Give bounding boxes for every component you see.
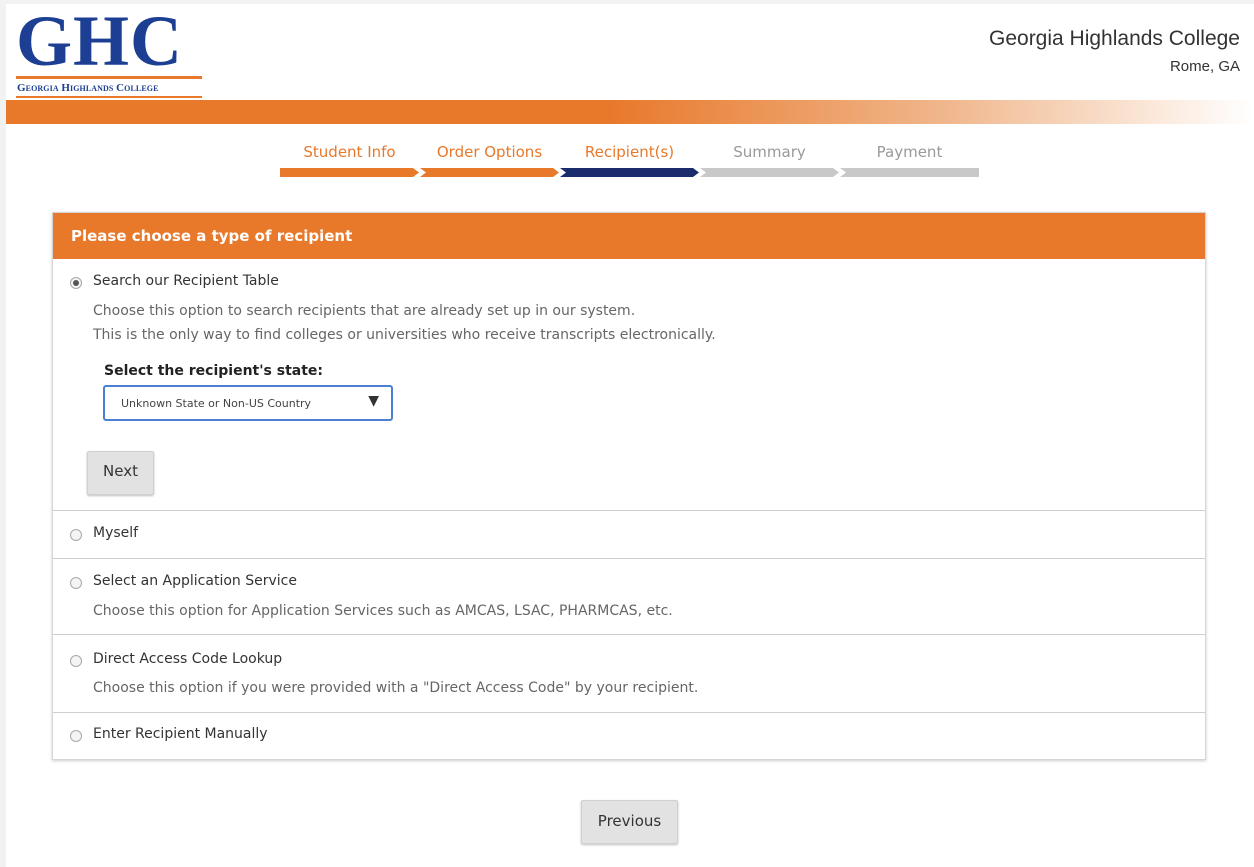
- college-city: Rome, GA: [1169, 58, 1240, 75]
- radio-label[interactable]: Search our Recipient Table: [93, 273, 279, 289]
- step-student-info[interactable]: Student Info: [280, 140, 419, 180]
- option-direct-access-code: Direct Access Code Lookup Choose this op…: [53, 634, 1205, 712]
- radio-label[interactable]: Enter Recipient Manually: [93, 726, 268, 742]
- college-name: Georgia Highlands College: [989, 27, 1240, 50]
- logo-rule-top: [16, 76, 202, 79]
- option-description: Choose this option if you were provided …: [93, 680, 699, 696]
- option-enter-manually: Enter Recipient Manually: [53, 712, 1205, 759]
- radio-button[interactable]: [70, 277, 82, 289]
- radio-label[interactable]: Myself: [93, 525, 138, 541]
- option-description: Choose this option for Application Servi…: [93, 603, 673, 619]
- previous-button[interactable]: Previous: [581, 800, 678, 844]
- step-bar: [840, 168, 979, 177]
- logo-rule-bottom: [16, 96, 202, 98]
- radio-label[interactable]: Direct Access Code Lookup: [93, 651, 282, 667]
- option-description: Choose this option to search recipients …: [93, 303, 636, 319]
- option-myself: Myself: [53, 510, 1205, 557]
- step-label: Student Info: [303, 143, 396, 161]
- header-accent-bar: [6, 100, 1254, 124]
- radio-button[interactable]: [70, 655, 82, 667]
- step-recipients[interactable]: Recipient(s): [560, 140, 699, 180]
- radio-button[interactable]: [70, 730, 82, 742]
- step-summary: Summary: [700, 140, 839, 180]
- top-band: [0, 0, 1254, 4]
- option-description: This is the only way to find colleges or…: [93, 327, 716, 343]
- option-search-table: Search our Recipient Table Choose this o…: [53, 259, 1205, 510]
- step-label: Summary: [733, 143, 806, 161]
- ghc-logo[interactable]: GHC GEORGIA HIGHLANDS COLLEGE: [16, 4, 204, 98]
- state-select[interactable]: Unknown State or Non-US Country ▼: [103, 385, 393, 421]
- step-bar: [280, 168, 419, 177]
- step-bar: [700, 168, 839, 177]
- panel-header: Please choose a type of recipient: [53, 213, 1205, 259]
- step-bar: [560, 168, 699, 177]
- progress-steps: Student Info Order Options Recipient(s) …: [280, 140, 980, 180]
- step-label: Payment: [876, 143, 943, 161]
- step-order-options[interactable]: Order Options: [420, 140, 559, 180]
- next-button[interactable]: Next: [87, 451, 154, 495]
- step-label: Recipient(s): [584, 143, 675, 161]
- recipient-type-panel: Please choose a type of recipient Search…: [52, 212, 1206, 760]
- state-select-value: Unknown State or Non-US Country: [121, 397, 312, 410]
- step-payment: Payment: [840, 140, 979, 180]
- option-application-service: Select an Application Service Choose thi…: [53, 558, 1205, 634]
- state-field-label: Select the recipient's state:: [104, 363, 323, 379]
- next-button-label: Next: [103, 462, 138, 480]
- radio-button[interactable]: [70, 577, 82, 589]
- left-band: [0, 0, 6, 867]
- step-bar: [420, 168, 559, 177]
- radio-label[interactable]: Select an Application Service: [93, 573, 297, 589]
- chevron-down-icon: ▼: [368, 393, 379, 409]
- panel-title: Please choose a type of recipient: [71, 227, 353, 245]
- previous-button-label: Previous: [597, 812, 662, 830]
- logo-subtitle: GEORGIA HIGHLANDS COLLEGE: [17, 82, 159, 94]
- step-label: Order Options: [436, 143, 543, 161]
- radio-button[interactable]: [70, 529, 82, 541]
- logo-letters: GHC: [16, 1, 184, 81]
